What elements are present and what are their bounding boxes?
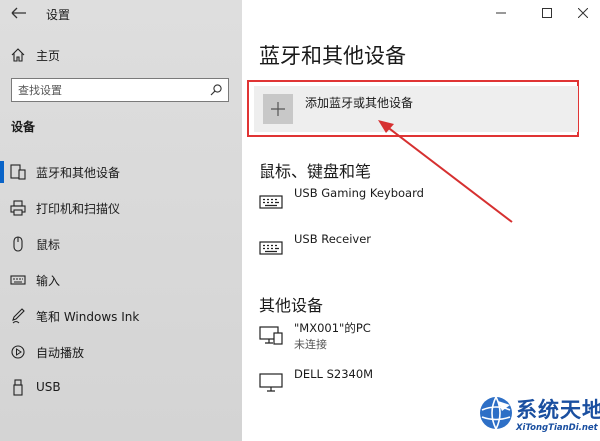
device-name: USB Receiver (294, 232, 372, 246)
watermark: 系统天地 XiTongTianDi.net (476, 392, 600, 441)
keyboard-icon (259, 195, 283, 209)
search-box[interactable] (11, 78, 229, 102)
sidebar-item-label: 笔和 Windows Ink (36, 310, 140, 324)
pen-icon (12, 308, 25, 324)
sidebar-item-mouse[interactable]: 鼠标 (0, 227, 242, 263)
sidebar-item-usb[interactable]: USB (0, 371, 242, 407)
watermark-title: 系统天地 (516, 398, 600, 422)
usb-icon (13, 379, 23, 396)
sidebar: 设置 主页 设备 蓝牙和其他设备 打印机和扫描仪 (0, 0, 242, 441)
sidebar-item-label: 输入 (36, 274, 61, 288)
annotation-arrow (378, 120, 513, 223)
sidebar-item-label: USB (36, 380, 61, 394)
sidebar-item-pen[interactable]: 笔和 Windows Ink (0, 299, 242, 335)
back-arrow-icon (11, 7, 26, 19)
plus-icon (263, 94, 293, 124)
sidebar-item-label: 蓝牙和其他设备 (36, 166, 121, 180)
sidebar-section-title: 设备 (11, 120, 36, 134)
sidebar-item-autoplay[interactable]: 自动播放 (0, 335, 242, 371)
device-usb-receiver[interactable]: USB Receiver (259, 232, 579, 272)
pc-icon (259, 326, 283, 345)
sidebar-item-typing[interactable]: 输入 (0, 263, 242, 299)
monitor-icon (259, 373, 283, 392)
device-mx001-pc[interactable]: "MX001"的PC 未连接 (259, 320, 579, 360)
watermark-url: XiTongTianDi.net (516, 423, 598, 433)
mouse-icon (13, 236, 23, 252)
globe-logo-icon (480, 396, 512, 430)
search-icon[interactable] (209, 83, 223, 97)
autoplay-icon (11, 345, 25, 359)
device-name: DELL S2340M (294, 367, 374, 381)
device-status: 未连接 (294, 338, 327, 351)
page-title: 蓝牙和其他设备 (259, 44, 406, 68)
sidebar-titlebar: 设置 (0, 0, 242, 26)
sidebar-item-label: 自动播放 (36, 346, 85, 360)
mouse-keyboard-pen-heading: 鼠标、键盘和笔 (259, 162, 372, 181)
printer-icon (10, 200, 26, 216)
home-icon (11, 48, 25, 62)
keyboard-icon (259, 241, 283, 255)
sidebar-item-printers[interactable]: 打印机和扫描仪 (0, 191, 242, 227)
sidebar-item-label: 鼠标 (36, 238, 61, 252)
back-button[interactable] (8, 4, 30, 22)
add-device-label: 添加蓝牙或其他设备 (305, 96, 414, 110)
sidebar-item-bluetooth[interactable]: 蓝牙和其他设备 (0, 155, 242, 191)
keyboard-icon (10, 275, 26, 285)
app-title: 设置 (46, 8, 71, 22)
sidebar-item-label: 打印机和扫描仪 (36, 202, 121, 216)
sidebar-nav: 蓝牙和其他设备 打印机和扫描仪 鼠标 输入 笔和 Windows Ink 自动播… (0, 155, 242, 407)
search-input[interactable] (18, 81, 198, 99)
device-name: "MX001"的PC (294, 321, 371, 335)
home-label: 主页 (36, 49, 61, 63)
bluetooth-devices-icon (10, 164, 26, 180)
other-devices-heading: 其他设备 (259, 296, 324, 315)
sidebar-item-home[interactable]: 主页 (0, 44, 242, 66)
